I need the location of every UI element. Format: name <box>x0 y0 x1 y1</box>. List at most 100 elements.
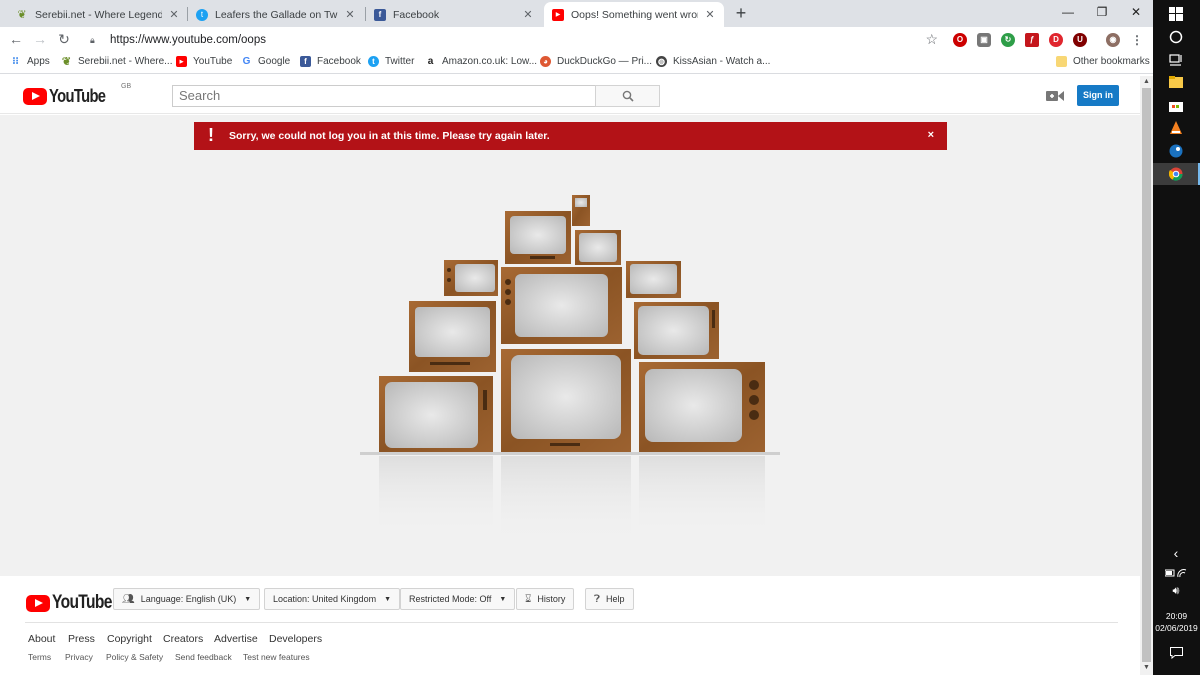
bookmark-label: KissAsian - Watch a... <box>673 56 771 67</box>
footer-link-about[interactable]: About <box>28 633 55 645</box>
file-explorer-icon[interactable] <box>1165 71 1187 93</box>
bookmark-amazon[interactable]: a Amazon.co.uk: Low... <box>425 56 537 67</box>
close-tab-icon[interactable]: ✕ <box>168 8 180 21</box>
location-button[interactable]: Location: United Kingdom ▼ <box>264 588 401 610</box>
bookmark-star-icon[interactable]: ☆ <box>925 31 938 48</box>
tab-strip: ❦ Serebii.net - Where Legends Com ✕ t Le… <box>0 0 1153 27</box>
cortana-search-icon[interactable] <box>1165 26 1187 48</box>
vlc-icon[interactable] <box>1165 117 1187 139</box>
close-window-button[interactable]: ✕ <box>1118 2 1154 22</box>
opera-vpn-extension-icon[interactable]: O <box>953 33 967 47</box>
help-button[interactable]: ❓︎ Help <box>585 588 634 610</box>
chrome-icon[interactable] <box>1165 163 1187 185</box>
error-page-content: ! Sorry, we could not log you in at this… <box>0 115 1140 576</box>
ublock-extension-icon[interactable]: U <box>1073 33 1087 47</box>
youtube-footer-logo[interactable]: YouTube <box>26 592 125 614</box>
address-bar[interactable]: 🔒︎ https://www.youtube.com/oops ☆ <box>84 29 944 50</box>
volume-icon[interactable]: 🔊︎ <box>1165 580 1187 602</box>
reload-button[interactable]: ↻ <box>55 30 73 48</box>
bookmark-label: DuckDuckGo — Pri... <box>557 56 653 67</box>
chevron-down-icon: ▼ <box>384 595 392 603</box>
bookmarks-bar: ⁝⁝ Apps ❦ Serebii.net - Where... ▶ YouTu… <box>0 52 1153 74</box>
clock-date: 02/06/2019 <box>1155 623 1198 633</box>
tab-youtube-oops[interactable]: ▶ Oops! Something went wrong. - ✕ <box>544 2 724 27</box>
alert-exclamation-icon: ! <box>208 125 214 145</box>
footer-link-terms[interactable]: Terms <box>28 652 51 662</box>
kissasian-icon: ◍ <box>656 56 667 67</box>
camera-extension-icon[interactable]: ▣ <box>977 33 991 47</box>
system-clock[interactable]: 20:09 02/06/2019 <box>1153 610 1200 634</box>
tab-twitter[interactable]: t Leafers the Gallade on Twitter: "F ✕ <box>188 2 364 27</box>
youtube-logo[interactable]: YouTube GB <box>23 83 131 107</box>
youtube-footer: YouTube 👥︎ Language: English (UK) ▼ Loca… <box>0 577 1140 675</box>
footer-link-privacy[interactable]: Privacy <box>65 652 93 662</box>
close-tab-icon[interactable]: ✕ <box>522 8 534 21</box>
task-view-icon[interactable] <box>1165 49 1187 71</box>
action-center-icon[interactable] <box>1165 642 1187 664</box>
bookmark-youtube[interactable]: ▶ YouTube <box>176 56 232 67</box>
bookmark-kissasian[interactable]: ◍ KissAsian - Watch a... <box>656 56 770 67</box>
footer-link-developers[interactable]: Developers <box>269 633 322 645</box>
footer-link-copyright[interactable]: Copyright <box>107 633 152 645</box>
tab-title: Serebii.net - Where Legends Com <box>35 8 162 21</box>
page-scrollbar[interactable]: ▲ ▼ <box>1140 76 1153 675</box>
bookmark-label: Google <box>258 56 291 67</box>
bookmark-twitter[interactable]: t Twitter <box>368 56 414 67</box>
footer-link-policy-safety[interactable]: Policy & Safety <box>106 652 163 662</box>
bookmark-label: Amazon.co.uk: Low... <box>442 56 538 67</box>
error-alert-banner: ! Sorry, we could not log you in at this… <box>194 122 947 150</box>
footer-link-creators[interactable]: Creators <box>163 633 203 645</box>
footer-link-send-feedback[interactable]: Send feedback <box>175 652 232 662</box>
chevron-up-icon[interactable]: ‹ <box>1165 542 1187 564</box>
windows-taskbar: ‹ 🔊︎ 20:09 02/06/2019 <box>1153 0 1200 675</box>
search-button[interactable] <box>595 85 660 107</box>
flash-extension-icon[interactable]: ƒ <box>1025 33 1039 47</box>
youtube-play-icon <box>23 88 47 105</box>
help-question-icon: ❓︎ <box>594 593 601 605</box>
tab-serebii[interactable]: ❦ Serebii.net - Where Legends Com ✕ <box>8 2 188 27</box>
bookmark-serebii[interactable]: ❦ Serebii.net - Where... <box>61 56 173 68</box>
store-icon[interactable] <box>1165 94 1187 116</box>
back-button[interactable]: ← <box>7 30 25 48</box>
new-tab-button[interactable]: + <box>732 3 750 23</box>
profile-avatar-icon[interactable]: ◉ <box>1106 33 1120 47</box>
close-tab-icon[interactable]: ✕ <box>704 8 716 21</box>
twitter-icon: t <box>368 56 379 67</box>
bookmark-facebook[interactable]: f Facebook <box>300 56 361 67</box>
alert-close-icon[interactable]: × <box>928 129 934 141</box>
upload-video-icon[interactable] <box>1046 90 1064 102</box>
minimize-button[interactable]: — <box>1050 2 1086 22</box>
steam-icon[interactable] <box>1165 140 1187 162</box>
restricted-mode-button[interactable]: Restricted Mode: Off ▼ <box>400 588 516 610</box>
footer-link-advertise[interactable]: Advertise <box>214 633 258 645</box>
tab-facebook[interactable]: f Facebook ✕ <box>366 2 542 27</box>
footer-link-press[interactable]: Press <box>68 633 95 645</box>
refresh-extension-icon[interactable]: ↻ <box>1001 33 1015 47</box>
history-label: History <box>537 594 566 604</box>
bookmark-google[interactable]: G Google <box>241 56 291 67</box>
language-button[interactable]: 👥︎ Language: English (UK) ▼ <box>113 588 261 610</box>
chevron-down-icon: ▼ <box>244 595 252 603</box>
facebook-icon: f <box>374 8 386 21</box>
scroll-down-arrow-icon[interactable]: ▼ <box>1142 663 1151 672</box>
restore-button[interactable]: ❐ <box>1084 2 1120 22</box>
bookmark-label: Other bookmarks <box>1073 56 1150 67</box>
apps-grid-icon: ⁝⁝ <box>12 56 19 67</box>
d-extension-icon[interactable]: D <box>1049 33 1063 47</box>
windows-start-icon[interactable] <box>1165 3 1187 25</box>
sign-in-button[interactable]: Sign in <box>1077 85 1119 106</box>
menu-kebab-icon[interactable]: ⋮ <box>1130 33 1144 47</box>
history-button[interactable]: ⌛︎ History <box>516 588 575 610</box>
serebii-icon: ❦ <box>17 9 27 21</box>
scroll-up-arrow-icon[interactable]: ▲ <box>1142 77 1151 86</box>
search-input[interactable]: Search <box>172 85 596 107</box>
close-tab-icon[interactable]: ✕ <box>344 8 356 21</box>
footer-link-test-new-features[interactable]: Test new features <box>243 652 310 662</box>
scroll-thumb[interactable] <box>1142 88 1151 662</box>
browser-window: ❦ Serebii.net - Where Legends Com ✕ t Le… <box>0 0 1153 675</box>
bookmark-duckduckgo[interactable]: ◕ DuckDuckGo — Pri... <box>540 56 652 67</box>
url-text: https://www.youtube.com/oops <box>110 33 266 46</box>
forward-button[interactable]: → <box>31 30 49 48</box>
other-bookmarks-folder[interactable]: Other bookmarks <box>1056 56 1150 67</box>
bookmark-apps[interactable]: ⁝⁝ Apps <box>10 56 49 67</box>
